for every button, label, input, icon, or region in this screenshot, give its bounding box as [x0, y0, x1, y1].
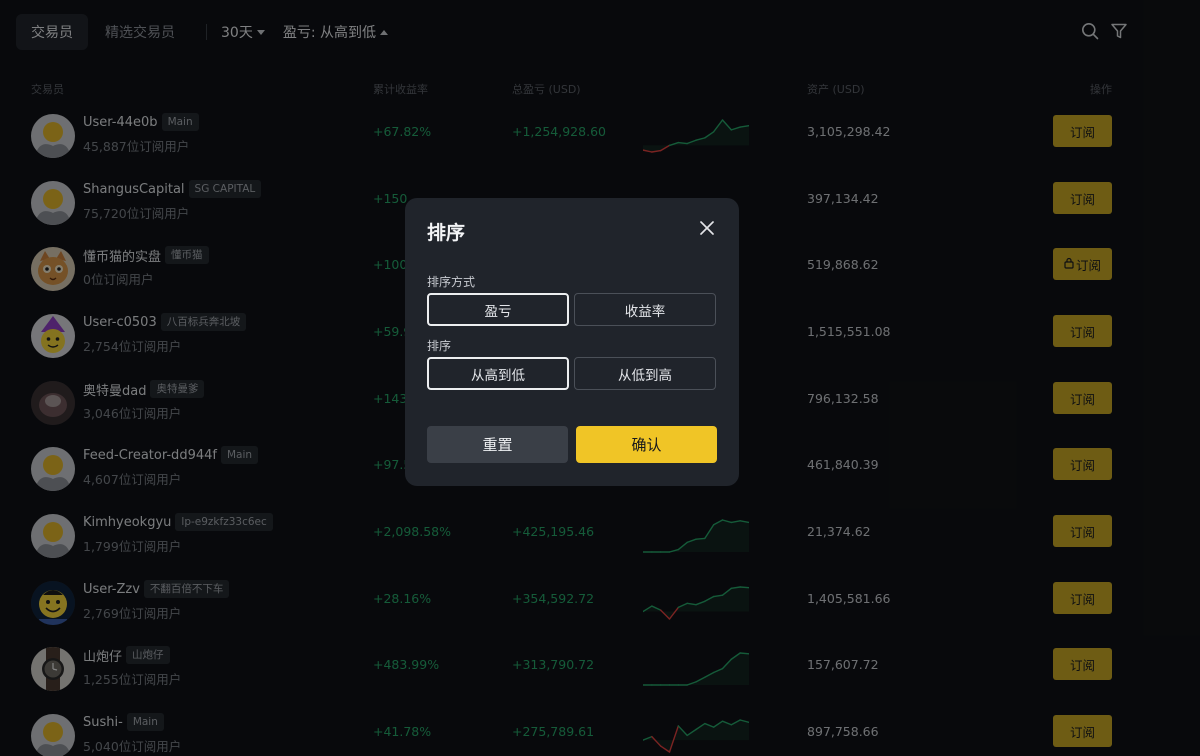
sort-by-pnl-option[interactable]: 盈亏 [427, 293, 569, 326]
sort-order-label: 排序 [427, 339, 452, 353]
sort-method-label: 排序方式 [427, 275, 476, 289]
order-low-to-high-option[interactable]: 从低到高 [574, 357, 716, 390]
sort-by-roi-option[interactable]: 收益率 [574, 293, 716, 326]
sort-modal: 排序 排序方式 盈亏 收益率 排序 从高到低 从低到高 重置 确认 [405, 198, 739, 486]
order-high-to-low-option[interactable]: 从高到低 [427, 357, 569, 390]
confirm-button[interactable]: 确认 [576, 426, 717, 463]
close-icon[interactable] [699, 220, 715, 236]
reset-button[interactable]: 重置 [427, 426, 568, 463]
modal-title: 排序 [427, 222, 466, 244]
